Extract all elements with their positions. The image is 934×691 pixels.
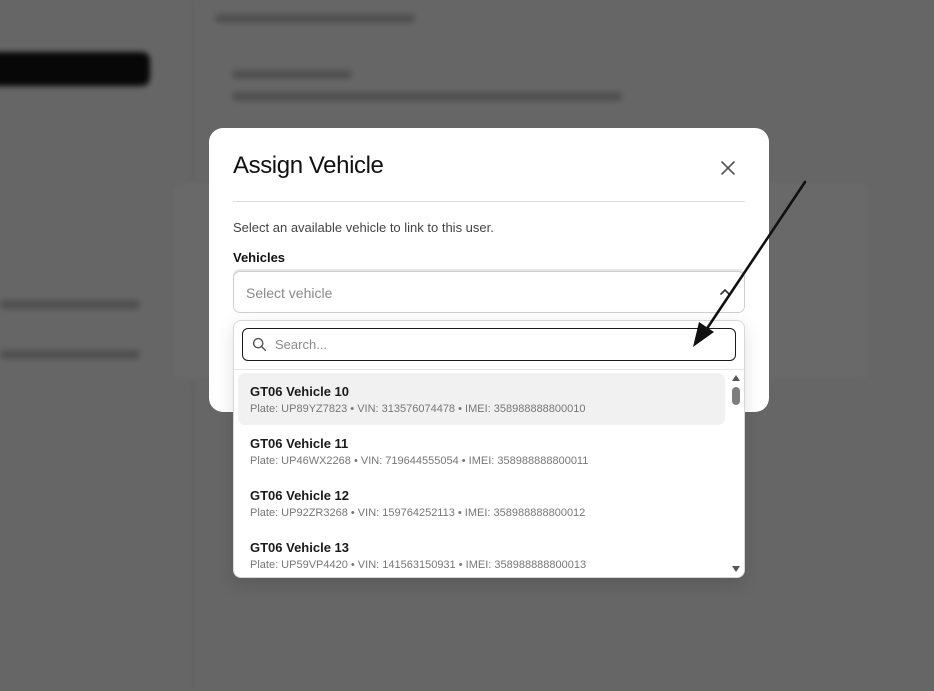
vehicle-name: GT06 Vehicle 12 <box>250 488 350 503</box>
search-divider <box>234 369 744 370</box>
vehicle-name: GT06 Vehicle 13 <box>250 540 350 555</box>
dialog-description: Select an available vehicle to link to t… <box>233 220 494 235</box>
select-placeholder: Select vehicle <box>246 285 333 301</box>
scroll-up-arrow-icon[interactable] <box>732 375 740 381</box>
vehicle-list: GT06 Vehicle 10 Plate: UP89YZ7823 • VIN:… <box>238 373 726 577</box>
list-item[interactable]: GT06 Vehicle 10 Plate: UP89YZ7823 • VIN:… <box>238 373 725 425</box>
scroll-down-arrow-icon[interactable] <box>732 566 740 572</box>
vehicle-name: GT06 Vehicle 11 <box>250 436 349 451</box>
title-divider <box>233 201 745 202</box>
vehicle-select[interactable]: Select vehicle <box>233 271 745 313</box>
vehicle-details: Plate: UP89YZ7823 • VIN: 313576074478 • … <box>250 403 586 415</box>
search-box[interactable] <box>242 328 736 361</box>
vehicle-details: Plate: UP46WX2268 • VIN: 719644555054 • … <box>250 455 589 467</box>
list-item[interactable]: GT06 Vehicle 11 Plate: UP46WX2268 • VIN:… <box>238 425 725 477</box>
list-item[interactable]: GT06 Vehicle 13 Plate: UP59VP4420 • VIN:… <box>238 529 725 577</box>
search-icon <box>252 337 267 352</box>
close-icon <box>721 161 735 175</box>
vehicle-details: Plate: UP59VP4420 • VIN: 141563150931 • … <box>250 559 587 571</box>
vehicle-dropdown: GT06 Vehicle 10 Plate: UP89YZ7823 • VIN:… <box>233 320 745 578</box>
vehicle-name: GT06 Vehicle 10 <box>250 384 350 399</box>
dialog-title: Assign Vehicle <box>233 152 384 179</box>
list-scrollbar[interactable] <box>730 373 742 577</box>
chevron-up-icon <box>720 289 730 295</box>
vehicles-label: Vehicles <box>233 250 286 265</box>
scroll-thumb[interactable] <box>732 387 740 405</box>
list-item[interactable]: GT06 Vehicle 12 Plate: UP92ZR3268 • VIN:… <box>238 477 725 529</box>
search-input[interactable] <box>275 333 725 355</box>
close-button[interactable] <box>717 157 739 179</box>
vehicle-details: Plate: UP92ZR3268 • VIN: 159764252113 • … <box>250 507 586 519</box>
